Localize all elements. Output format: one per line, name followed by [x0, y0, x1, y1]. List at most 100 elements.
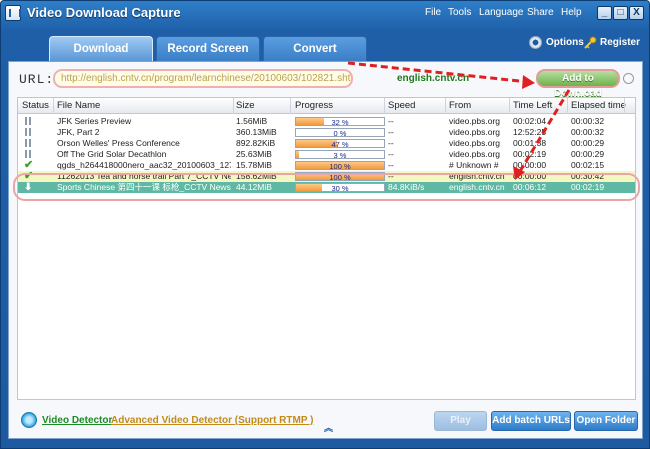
- download-panel: URL: http://english.cntv.cn/program/lear…: [8, 61, 643, 439]
- cell-time-left: 00:06:12: [513, 182, 547, 192]
- pause-icon: [24, 128, 32, 137]
- cell-from: video.pbs.org: [449, 116, 501, 126]
- video-detector-link[interactable]: Video Detector: [42, 415, 112, 426]
- col-from[interactable]: From: [449, 100, 471, 111]
- menu-share[interactable]: Share: [527, 7, 554, 18]
- pause-icon: [24, 117, 32, 126]
- cell-elapsed: 00:00:32: [571, 127, 605, 137]
- table-header: Status File Name Size Progress Speed Fro…: [18, 98, 635, 114]
- cell-time-left: 00:00:00: [513, 160, 547, 170]
- col-status[interactable]: Status: [22, 100, 49, 111]
- gear-icon[interactable]: [529, 36, 542, 49]
- minimize-button[interactable]: _: [597, 6, 612, 20]
- cell-from: video.pbs.org: [449, 149, 501, 159]
- options-link[interactable]: Options: [546, 37, 584, 48]
- col-time-left[interactable]: Time Left: [513, 100, 552, 111]
- cell-speed: --: [388, 160, 394, 170]
- table-row[interactable]: Off The Grid Solar Decathlon 25.63MiB -- vi…: [18, 149, 635, 160]
- col-speed[interactable]: Speed: [388, 100, 415, 111]
- add-to-download-button[interactable]: Add to Download: [536, 69, 620, 99]
- close-button[interactable]: X: [629, 6, 644, 20]
- progress-bar: 0 %: [295, 128, 385, 138]
- pause-icon: [24, 139, 32, 148]
- col-size[interactable]: Size: [236, 100, 254, 111]
- table-row[interactable]: ✔ qgds_h264418000nero_aac32_20100603_127.…: [18, 159, 635, 172]
- bottom-bar: Video Detector Advanced Video Detector (…: [9, 403, 642, 439]
- video-detector-icon[interactable]: [21, 412, 37, 428]
- cell-elapsed: 00:30:42: [571, 171, 605, 181]
- table-row[interactable]: Orson Welles' Press Conference 892.82KiB -…: [18, 138, 635, 149]
- url-bar: URL: http://english.cntv.cn/program/lear…: [9, 62, 642, 99]
- table-row[interactable]: JFK Series Preview 1.56MiB -- video.pbs.org…: [18, 116, 635, 127]
- progress-bar: 3 %: [295, 150, 385, 160]
- cell-name: Off The Grid Solar Decathlon: [57, 149, 167, 159]
- col-elapsed-time[interactable]: Elapsed time: [571, 100, 626, 111]
- progress-bar: 30 %: [295, 183, 385, 193]
- menu-help[interactable]: Help: [561, 7, 582, 18]
- cell-elapsed: 00:02:15: [571, 160, 605, 170]
- progress-bar: 100 %: [295, 161, 385, 171]
- title-bar: Video Download Capture File Tools Langua…: [1, 1, 649, 25]
- col-progress[interactable]: Progress: [295, 100, 333, 111]
- download-table: Status File Name Size Progress Speed Fro…: [17, 97, 636, 400]
- advanced-detector-link[interactable]: Advanced Video Detector (Support RTMP ): [111, 415, 313, 426]
- cell-time-left: 00:02:19: [513, 149, 547, 159]
- url-label: URL:: [19, 72, 55, 87]
- menu-tools[interactable]: Tools: [448, 7, 471, 18]
- maximize-button[interactable]: □: [613, 6, 628, 20]
- check-icon: ✔: [24, 170, 34, 182]
- cell-size: 25.63MiB: [236, 149, 272, 159]
- cell-name: Sports Chinese 第四十一课 标枪_CCTV News...: [57, 182, 231, 192]
- col-file-name[interactable]: File Name: [57, 100, 100, 111]
- progress-bar: 100 %: [295, 172, 385, 182]
- table-row[interactable]: JFK, Part 2 360.13MiB -- video.pbs.org 12:52…: [18, 127, 635, 138]
- cell-time-left: 00:00:00: [513, 171, 547, 181]
- check-icon: ✔: [24, 159, 34, 171]
- menu-file[interactable]: File: [425, 7, 441, 18]
- cell-size: 892.82KiB: [236, 138, 276, 148]
- progress-bar: 32 %: [295, 117, 385, 127]
- progress-label: 30 %: [331, 184, 349, 193]
- cell-size: 158.62MiB: [236, 171, 277, 181]
- tab-convert[interactable]: Convert: [263, 36, 367, 61]
- cell-time-left: 00:02:04: [513, 116, 547, 126]
- table-row[interactable]: ⬇ Sports Chinese 第四十一课 标枪_CCTV News... 44.…: [18, 182, 635, 193]
- cell-name: Orson Welles' Press Conference: [57, 138, 180, 148]
- tab-record-screen[interactable]: Record Screen: [156, 36, 260, 61]
- cell-from: video.pbs.org: [449, 127, 501, 137]
- url-input[interactable]: http://english.cntv.cn/program/learnchin…: [53, 69, 353, 88]
- cell-elapsed: 00:00:32: [571, 116, 605, 126]
- cell-speed: --: [388, 171, 394, 181]
- cell-speed: --: [388, 149, 394, 159]
- open-folder-button[interactable]: Open Folder: [574, 411, 638, 431]
- cell-size: 360.13MiB: [236, 127, 277, 137]
- app-title: Video Download Capture: [27, 5, 181, 20]
- cell-time-left: 12:52:25: [513, 127, 547, 137]
- url-domain-label: english.cntv.cn: [397, 73, 470, 84]
- cell-speed: --: [388, 138, 394, 148]
- cell-from: english.cntv.cn: [449, 182, 505, 192]
- progress-bar: 47 %: [295, 139, 385, 149]
- cell-elapsed: 00:00:29: [571, 138, 605, 148]
- app-window: Video Download Capture File Tools Langua…: [0, 0, 650, 449]
- tab-bar: Download Record Screen Convert Options R…: [1, 25, 649, 61]
- cell-from: english.cntv.cn: [449, 171, 505, 181]
- clear-url-icon[interactable]: [623, 73, 634, 84]
- app-logo-icon: [5, 5, 21, 21]
- cell-name: JFK, Part 2: [57, 127, 100, 137]
- pause-icon: [24, 150, 32, 159]
- cell-name: qgds_h264418000nero_aac32_20100603_127..…: [57, 160, 231, 170]
- register-link[interactable]: Register: [600, 37, 640, 48]
- table-row[interactable]: ✔ 11262013 Tea and horse trail Part 7_CCT…: [18, 171, 635, 182]
- key-icon: [584, 36, 597, 49]
- cell-from: # Unknown #: [449, 160, 499, 170]
- menu-language[interactable]: Language: [479, 7, 524, 18]
- download-arrow-icon: ⬇: [24, 182, 33, 193]
- tab-download[interactable]: Download: [49, 36, 153, 61]
- cell-time-left: 00:01:38: [513, 138, 547, 148]
- add-batch-urls-button[interactable]: Add batch URLs: [491, 411, 571, 431]
- cell-name: 11262013 Tea and horse trail Part 7_CCTV…: [57, 171, 231, 181]
- chevron-up-icon[interactable]: ︽: [324, 421, 333, 434]
- cell-size: 44.12MiB: [236, 182, 272, 192]
- play-button[interactable]: Play: [434, 411, 487, 431]
